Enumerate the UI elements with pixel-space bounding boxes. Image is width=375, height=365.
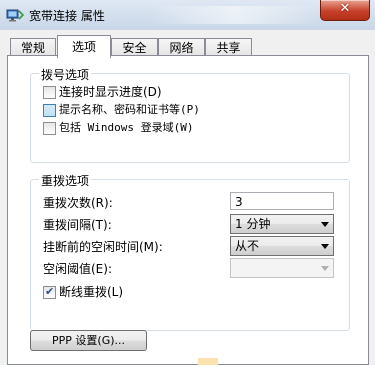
include-domain-label: 包括 Windows 登录域(W): [59, 121, 194, 134]
idle-threshold-select[interactable]: [230, 258, 334, 278]
dialing-options-title: 拨号选项: [39, 66, 92, 83]
ppp-settings-button[interactable]: PPP 设置(G)...: [30, 330, 147, 351]
close-button[interactable]: ✕: [320, 0, 370, 21]
options-tab-panel: 拨号选项 连接时显示进度(D) 提示名称、密码和证书等(P) 包括 Window…: [7, 55, 369, 365]
redialing-options-title: 重拨选项: [39, 172, 92, 189]
dialing-options-group: 拨号选项 连接时显示进度(D) 提示名称、密码和证书等(P) 包括 Window…: [30, 66, 350, 163]
prompt-credentials-label: 提示名称、密码和证书等(P): [59, 103, 200, 116]
prompt-credentials-checkbox[interactable]: [43, 104, 56, 117]
title-bar-reflection: [150, 6, 320, 24]
chevron-down-icon: [321, 222, 329, 227]
idle-time-label: 挂断前的空闲时间(M):: [43, 240, 163, 254]
window-title: 宽带连接 属性: [29, 9, 105, 23]
redial-interval-select[interactable]: 1 分钟: [230, 214, 334, 234]
tab-options[interactable]: 选项: [57, 35, 111, 58]
redial-interval-value: 1 分钟: [235, 217, 271, 231]
redial-on-drop-label: 断线重拨(L): [59, 285, 124, 299]
idle-time-value: 从不: [235, 239, 260, 253]
redial-attempts-label: 重拨次数(R):: [43, 196, 113, 210]
redial-on-drop-checkbox[interactable]: ✔: [43, 285, 56, 299]
chevron-down-icon: [321, 266, 329, 271]
close-icon: ✕: [339, 1, 351, 16]
highlight-artifact: [198, 358, 218, 365]
redial-interval-label: 重拨间隔(T):: [43, 218, 112, 232]
show-progress-label: 连接时显示进度(D): [59, 85, 162, 99]
include-domain-checkbox[interactable]: [43, 122, 56, 135]
chevron-down-icon: [321, 244, 329, 249]
idle-time-select[interactable]: 从不: [230, 236, 334, 256]
redial-attempts-input[interactable]: 3: [230, 192, 334, 210]
title-bar: 宽带连接 属性 ✕: [0, 0, 375, 30]
checkmark-icon: ✔: [45, 285, 55, 298]
idle-threshold-label: 空闲阈值(E):: [43, 262, 112, 276]
redialing-options-group: 重拨选项 重拨次数(R): 3 重拨间隔(T): 1 分钟 挂断前的空闲时间(M…: [30, 172, 350, 331]
show-progress-checkbox[interactable]: [43, 86, 56, 99]
network-connection-icon: [6, 9, 24, 22]
